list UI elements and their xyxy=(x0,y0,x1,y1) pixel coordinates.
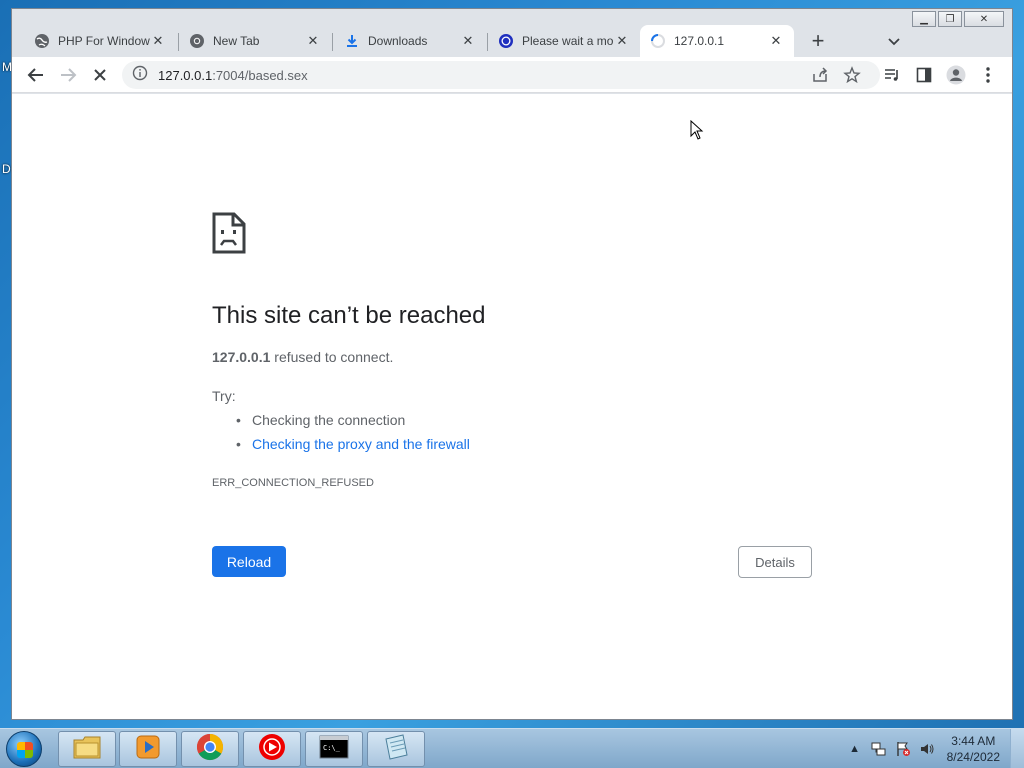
clock-date: 8/24/2022 xyxy=(946,750,1000,764)
show-hidden-icons-arrow[interactable]: ▲ xyxy=(846,741,864,757)
taskbar-command-prompt[interactable]: C:\_ xyxy=(305,731,363,767)
suggestion-check-connection: Checking the connection xyxy=(236,410,470,434)
media-player-icon xyxy=(134,733,162,766)
chrome-icon xyxy=(189,33,205,49)
show-desktop-button[interactable] xyxy=(1010,729,1024,768)
error-description: 127.0.0.1 refused to connect. xyxy=(212,349,393,365)
sad-page-icon xyxy=(212,212,246,259)
tab-title: PHP For Windows xyxy=(58,34,150,48)
system-tray: ▲ 3:44 AM 8/24/2022 xyxy=(843,729,1024,768)
tab-127-0-0-1[interactable]: 127.0.0.1 ✕ xyxy=(640,25,794,57)
tab-new-tab[interactable]: New Tab ✕ xyxy=(179,25,331,57)
side-panel-icon[interactable] xyxy=(912,63,936,87)
bookmark-star-icon[interactable] xyxy=(840,63,864,87)
browser-window: ▁ ❐ ✕ PHP For Windows ✕ New Tab ✕ Downlo… xyxy=(11,8,1013,720)
profile-avatar-icon[interactable] xyxy=(944,63,968,87)
file-explorer-icon xyxy=(72,734,102,765)
back-arrow-icon[interactable] xyxy=(24,63,48,87)
forward-arrow-icon[interactable] xyxy=(56,63,80,87)
command-prompt-icon: C:\_ xyxy=(319,735,349,764)
share-icon[interactable] xyxy=(808,63,832,87)
action-center-flag-icon[interactable] xyxy=(894,741,912,757)
start-button[interactable] xyxy=(6,731,42,767)
network-icon[interactable] xyxy=(870,741,888,757)
error-description-text: refused to connect. xyxy=(270,349,394,365)
url-text: 127.0.0.1:7004/based.sex xyxy=(158,68,308,83)
taskbar-notepad[interactable] xyxy=(367,731,425,767)
desktop-icon-label-d: D xyxy=(2,162,11,176)
reload-button[interactable]: Reload xyxy=(212,546,286,577)
close-tab-icon[interactable]: ✕ xyxy=(460,33,476,49)
loading-blue-icon xyxy=(498,33,514,49)
tab-strip: PHP For Windows ✕ New Tab ✕ Downloads ✕ … xyxy=(12,23,1012,57)
media-control-icon[interactable] xyxy=(880,63,904,87)
tab-title: 127.0.0.1 xyxy=(674,34,725,48)
tab-php-for-windows[interactable]: PHP For Windows ✕ xyxy=(24,25,176,57)
stop-loading-icon[interactable] xyxy=(88,63,112,87)
close-tab-icon[interactable]: ✕ xyxy=(768,33,784,49)
tab-title: New Tab xyxy=(213,34,260,48)
download-icon xyxy=(344,33,360,49)
spinner-icon xyxy=(650,33,666,49)
system-clock[interactable]: 3:44 AM 8/24/2022 xyxy=(947,733,1000,765)
error-title: This site can’t be reached xyxy=(212,302,486,329)
notepad-icon xyxy=(381,733,411,766)
close-tab-icon[interactable]: ✕ xyxy=(614,33,630,49)
globe-icon xyxy=(34,33,50,49)
chevron-down-icon[interactable] xyxy=(884,31,904,51)
mouse-cursor-icon xyxy=(690,119,704,145)
tab-separator xyxy=(332,33,333,51)
clock-time: 3:44 AM xyxy=(951,734,996,748)
taskbar-file-explorer[interactable] xyxy=(58,731,116,767)
svg-text:C:\_: C:\_ xyxy=(323,744,341,752)
error-code: ERR_CONNECTION_REFUSED xyxy=(212,477,374,489)
details-button[interactable]: Details xyxy=(738,546,812,578)
url-path: :7004/based.sex xyxy=(212,67,308,83)
tab-title: Please wait a moment xyxy=(522,34,614,48)
page-content: This site can’t be reached 127.0.0.1 ref… xyxy=(12,94,1012,719)
try-label: Try: xyxy=(212,388,236,404)
close-tab-icon[interactable]: ✕ xyxy=(150,33,166,49)
tab-downloads[interactable]: Downloads ✕ xyxy=(334,25,486,57)
info-icon[interactable] xyxy=(132,65,148,86)
chrome-icon xyxy=(195,732,225,767)
tab-please-wait[interactable]: Please wait a moment ✕ xyxy=(488,25,640,57)
youtube-music-icon xyxy=(257,732,287,767)
taskbar: C:\_ ▲ 3:44 AM 8/24/2022 xyxy=(0,728,1024,768)
address-bar[interactable]: 127.0.0.1:7004/based.sex xyxy=(122,61,880,89)
close-tab-icon[interactable]: ✕ xyxy=(305,33,321,49)
suggestion-check-proxy-firewall-link[interactable]: Checking the proxy and the firewall xyxy=(236,434,470,458)
taskbar-media-player[interactable] xyxy=(119,731,177,767)
taskbar-chrome[interactable] xyxy=(181,731,239,767)
url-host: 127.0.0.1 xyxy=(158,67,213,83)
browser-toolbar: 127.0.0.1:7004/based.sex xyxy=(12,57,1012,93)
volume-icon[interactable] xyxy=(918,741,936,757)
more-menu-icon[interactable] xyxy=(976,63,1000,87)
new-tab-button[interactable]: + xyxy=(806,28,830,53)
tab-title: Downloads xyxy=(368,34,428,48)
suggestions-list: Checking the connection Checking the pro… xyxy=(236,410,470,458)
error-host: 127.0.0.1 xyxy=(212,349,271,365)
taskbar-youtube-music[interactable] xyxy=(243,731,301,767)
